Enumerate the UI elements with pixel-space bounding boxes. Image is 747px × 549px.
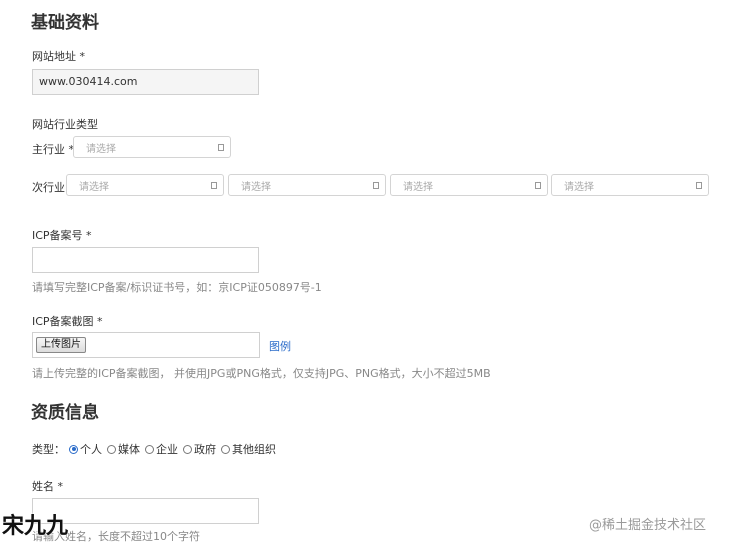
- qualification-section-title: 资质信息: [31, 403, 99, 423]
- sub-industry-select-4[interactable]: 请选择: [551, 174, 709, 196]
- type-option-label: 其他组织: [232, 443, 276, 456]
- radio-unchecked-icon[interactable]: [145, 444, 154, 454]
- website-label: 网站地址 *: [32, 50, 85, 63]
- upload-image-button[interactable]: 上传图片: [36, 337, 86, 353]
- sub-industry-placeholder: 请选择: [403, 181, 433, 193]
- type-label: 类型：: [32, 443, 65, 456]
- type-option-label: 政府: [194, 443, 216, 456]
- website-input[interactable]: www.030414.com: [32, 69, 259, 95]
- icp-screenshot-label: ICP备案截图 *: [32, 315, 103, 328]
- watermark-author: 宋九九: [2, 514, 69, 539]
- sub-industry-select-2[interactable]: 请选择: [228, 174, 386, 196]
- main-industry-label: 主行业 *: [32, 143, 74, 156]
- icp-number-input[interactable]: [32, 247, 259, 273]
- type-option-personal[interactable]: 个人: [69, 441, 102, 457]
- sub-industry-placeholder: 请选择: [564, 181, 594, 193]
- sub-industry-placeholder: 请选择: [79, 181, 109, 193]
- square-caret-icon: [373, 181, 379, 189]
- main-industry-select[interactable]: 请选择: [73, 136, 231, 158]
- type-option-label: 媒体: [118, 443, 140, 456]
- example-link[interactable]: 图例: [269, 338, 291, 354]
- square-caret-icon: [211, 181, 217, 189]
- square-caret-icon: [535, 181, 541, 189]
- basic-section-title: 基础资料: [31, 13, 99, 33]
- sub-industry-label: 次行业: [32, 181, 65, 194]
- sub-industry-select-1[interactable]: 请选择: [66, 174, 224, 196]
- type-option-government[interactable]: 政府: [183, 441, 216, 457]
- radio-unchecked-icon[interactable]: [221, 444, 230, 454]
- square-caret-icon: [696, 181, 702, 189]
- radio-unchecked-icon[interactable]: [183, 444, 192, 454]
- watermark-site: @稀土掘金技术社区: [589, 518, 707, 533]
- type-option-label: 企业: [156, 443, 178, 456]
- industry-type-label: 网站行业类型: [32, 118, 98, 131]
- type-option-enterprise[interactable]: 企业: [145, 441, 178, 457]
- type-option-label: 个人: [80, 443, 102, 456]
- icp-number-hint: 请填写完整ICP备案/标识证书号，如：京ICP证050897号-1: [32, 281, 322, 294]
- type-option-media[interactable]: 媒体: [107, 441, 140, 457]
- icp-number-label: ICP备案号 *: [32, 229, 92, 242]
- radio-unchecked-icon[interactable]: [107, 444, 116, 454]
- main-industry-placeholder: 请选择: [86, 143, 116, 155]
- sub-industry-placeholder: 请选择: [241, 181, 271, 193]
- name-label: 姓名 *: [32, 480, 63, 493]
- type-option-other[interactable]: 其他组织: [221, 441, 276, 457]
- type-radio-group: 类型： 个人 媒体 企业 政府 其他组织: [32, 441, 281, 457]
- icp-screenshot-field: 上传图片: [32, 332, 260, 358]
- sub-industry-select-3[interactable]: 请选择: [390, 174, 548, 196]
- radio-checked-icon[interactable]: [69, 444, 78, 454]
- icp-screenshot-hint: 请上传完整的ICP备案截图， 并使用JPG或PNG格式，仅支持JPG、PNG格式…: [32, 367, 491, 380]
- square-caret-icon: [218, 143, 224, 151]
